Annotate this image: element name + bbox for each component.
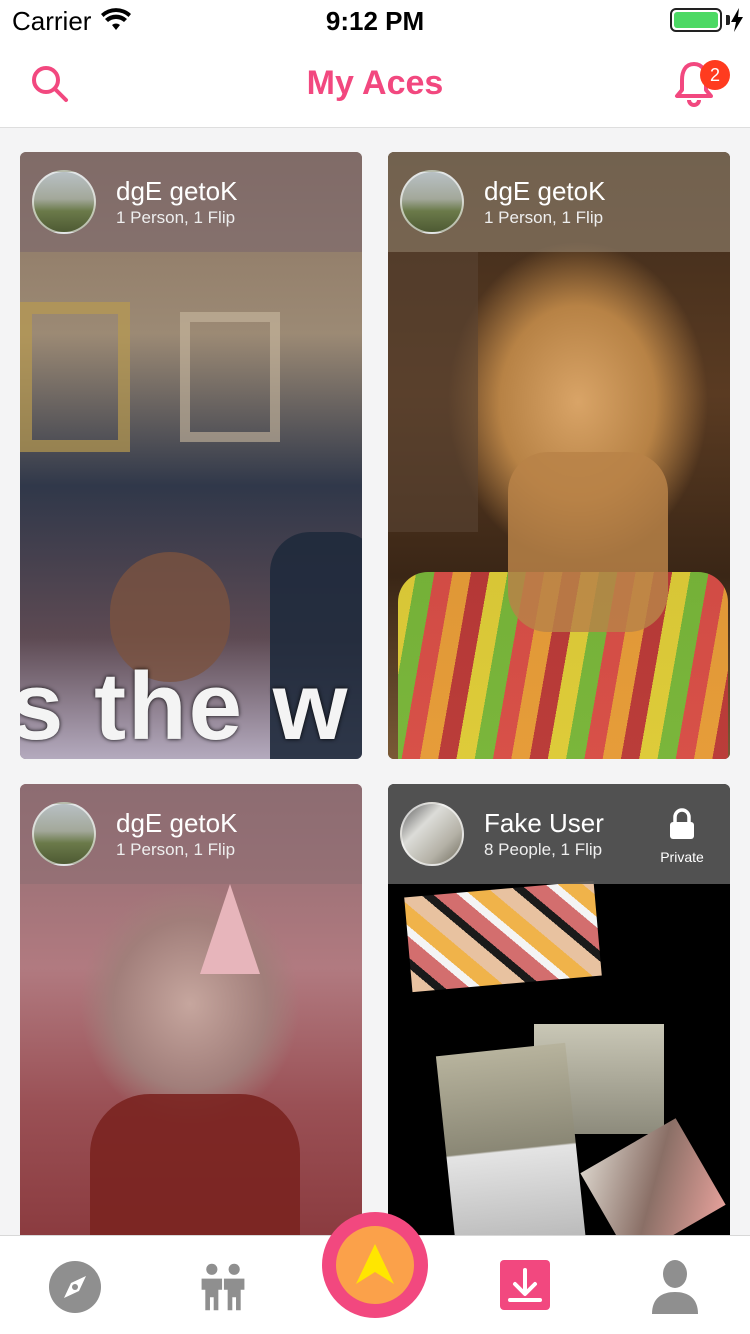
collage-photo: [580, 1118, 726, 1235]
card-header: dgE getoK 1 Person, 1 Flip: [388, 152, 730, 252]
card-header: dgE getoK 1 Person, 1 Flip: [20, 152, 362, 252]
private-label: Private: [660, 849, 704, 865]
collage-photo: [435, 1042, 587, 1235]
frame-shape: [20, 302, 130, 452]
ace-card[interactable]: s the w dgE getoK 1 Person, 1 Flip: [20, 152, 362, 759]
private-indicator: Private: [650, 808, 714, 865]
card-header: Fake User 8 People, 1 Flip Private: [388, 784, 730, 884]
card-owner-name[interactable]: dgE getoK: [116, 176, 237, 207]
ace-card[interactable]: dgE getoK 1 Person, 1 Flip: [20, 784, 362, 1235]
party-hat-shape: [200, 884, 260, 974]
card-meta: 1 Person, 1 Flip: [116, 208, 236, 227]
card-owner-name[interactable]: Fake User: [484, 808, 604, 839]
card-meta: 1 Person, 1 Flip: [484, 208, 604, 227]
ace-icon: [356, 1244, 394, 1284]
avatar[interactable]: [400, 802, 464, 866]
card-owner-name[interactable]: dgE getoK: [484, 176, 605, 207]
neck-shape: [508, 452, 668, 632]
battery-icon: [670, 8, 722, 32]
hair-shape: [388, 252, 478, 532]
aces-feed[interactable]: s the w dgE getoK 1 Person, 1 Flip dgE g…: [0, 129, 750, 1235]
center-button-inner: [336, 1226, 414, 1304]
charging-icon: [731, 8, 743, 32]
lock-icon: [670, 808, 694, 839]
card-meta: 1 Person, 1 Flip: [116, 840, 236, 859]
nav-bar: My Aces 2: [0, 40, 750, 128]
create-ace-button[interactable]: [322, 1212, 428, 1318]
people-icon[interactable]: [196, 1260, 250, 1314]
ace-card[interactable]: dgE getoK 1 Person, 1 Flip: [388, 152, 730, 759]
shirt-shape: [90, 1094, 300, 1235]
compass-icon[interactable]: [48, 1260, 102, 1314]
avatar[interactable]: [32, 170, 96, 234]
notifications-button[interactable]: 2: [672, 60, 730, 112]
avatar[interactable]: [400, 170, 464, 234]
notification-badge: 2: [700, 60, 730, 90]
ace-card[interactable]: Fake User 8 People, 1 Flip Private: [388, 784, 730, 1235]
profile-icon[interactable]: [650, 1260, 700, 1314]
avatar[interactable]: [32, 802, 96, 866]
card-owner-name[interactable]: dgE getoK: [116, 808, 237, 839]
collage-photo: [404, 880, 602, 993]
status-bar: Carrier 9:12 PM: [0, 0, 750, 40]
card-header: dgE getoK 1 Person, 1 Flip: [20, 784, 362, 884]
frame-shape: [180, 312, 280, 442]
page-title: My Aces: [306, 64, 444, 102]
tab-bar: [0, 1212, 750, 1334]
card-meta: 8 People, 1 Flip: [484, 840, 603, 859]
status-time: 9:12 PM: [325, 6, 425, 36]
download-icon[interactable]: [500, 1260, 550, 1310]
caption-overlay: s the w: [20, 653, 350, 759]
